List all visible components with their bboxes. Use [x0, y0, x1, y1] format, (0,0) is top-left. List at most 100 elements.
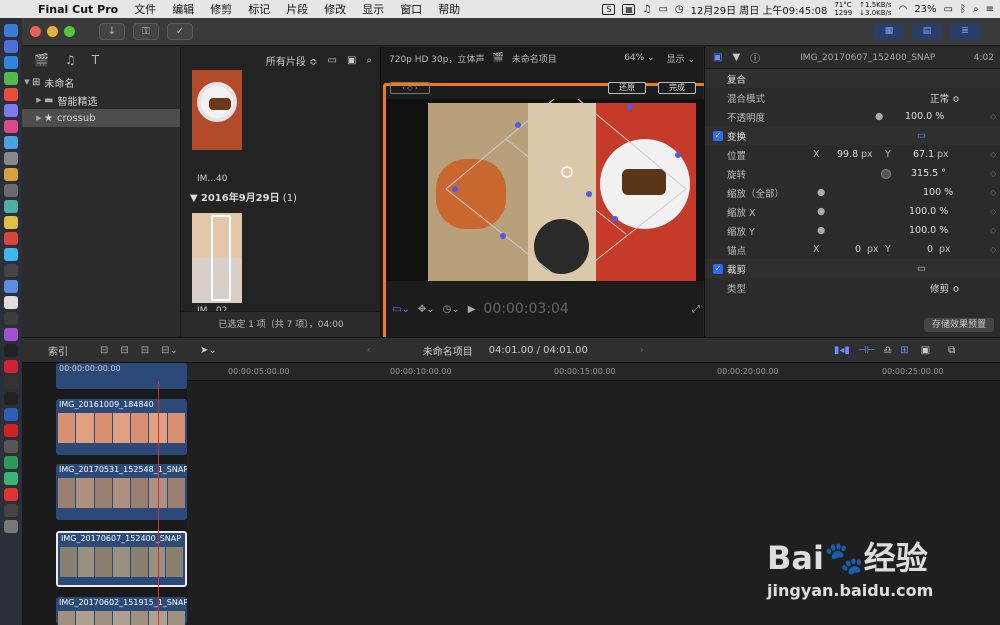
close-button[interactable]	[30, 26, 41, 37]
keyframe-icon[interactable]: ◇	[990, 245, 996, 254]
music-icon[interactable]: ♫	[642, 4, 651, 15]
menu-view[interactable]: 显示	[354, 1, 392, 17]
scale-y-slider[interactable]: ●	[817, 225, 825, 236]
scale-all-value[interactable]: 100 %	[923, 187, 953, 198]
timeline-clip[interactable]: IMG_20170602_151915_1_SNAP	[56, 597, 187, 625]
chrome-icon[interactable]	[4, 88, 18, 101]
video-canvas[interactable]	[386, 99, 706, 281]
timeline-toggle-icon[interactable]: ▤	[912, 23, 942, 40]
keyword-icon[interactable]: ⚿	[133, 23, 159, 40]
expand-icon[interactable]: ▼	[22, 78, 32, 86]
zoom-button[interactable]	[64, 26, 75, 37]
crop-mode-icons[interactable]: ‹ ◇ ›	[390, 82, 430, 94]
snap-icon[interactable]: ⊞	[900, 345, 908, 356]
video-waveform-icon[interactable]: ▮◂▮	[834, 345, 850, 356]
play-icon[interactable]: ▶	[468, 304, 476, 315]
date-group-header[interactable]: ▼ 2016年9月29日 (1)	[190, 189, 297, 204]
speed-icon[interactable]: ◷⌄	[443, 304, 460, 315]
android-icon[interactable]	[4, 72, 18, 85]
finder-icon[interactable]	[4, 24, 18, 37]
keyframe-icon[interactable]: ◇	[990, 112, 996, 121]
reset-button[interactable]: 还原	[608, 82, 646, 94]
app-icon-9[interactable]	[4, 152, 18, 165]
anchor-x-field[interactable]: 0	[855, 244, 861, 255]
opacity-value[interactable]: 100.0 %	[905, 111, 944, 122]
library-item[interactable]: ▼ ⊞ 未命名	[22, 73, 180, 91]
menu-mark[interactable]: 标记	[240, 1, 278, 17]
app-menu[interactable]: Final Cut Pro	[30, 3, 126, 16]
s-app-icon[interactable]: S	[602, 3, 616, 15]
audio-skim-icon[interactable]: ⊣⊢	[858, 345, 875, 356]
position-x-field[interactable]: 99.8	[837, 149, 858, 160]
app-icon-25[interactable]	[4, 408, 18, 421]
import-icon[interactable]: ↓	[99, 23, 125, 40]
crop-onscreen-icon[interactable]: ▭	[917, 263, 926, 274]
app-icon-17[interactable]	[4, 280, 18, 293]
display-icon[interactable]: ▭	[658, 4, 667, 15]
opacity-slider[interactable]: ●	[875, 111, 883, 122]
clip-filter[interactable]: 所有片段 ≎	[266, 53, 318, 68]
timeline-clip[interactable]: IMG_20161009_184840	[56, 399, 187, 455]
video-inspector-icon[interactable]: ▣	[713, 52, 722, 63]
app-icon-30[interactable]	[4, 488, 18, 501]
menu-trim[interactable]: 修剪	[202, 1, 240, 17]
battery-icon[interactable]: ▭	[944, 4, 953, 15]
crop-tool-icon[interactable]: ▭⌄	[392, 304, 410, 315]
save-preset-button[interactable]: 存储效果预置	[923, 318, 994, 332]
menu-help[interactable]: 帮助	[430, 1, 468, 17]
composite-section[interactable]: 复合	[705, 69, 1000, 88]
timeline-clip[interactable]: 00:00:00:00.00	[56, 363, 187, 389]
transform-handles[interactable]	[386, 99, 706, 281]
anchor-y-field[interactable]: 0	[927, 244, 933, 255]
collapse-icon[interactable]: ▼	[190, 193, 198, 204]
event-item[interactable]: ▶ ★ crossub	[22, 109, 180, 127]
keyframe-icon[interactable]: ◇	[990, 150, 996, 159]
background-task-icon[interactable]: ✓	[167, 23, 193, 40]
scale-x-value[interactable]: 100.0 %	[909, 206, 948, 217]
menu-clip[interactable]: 片段	[278, 1, 316, 17]
grid-icon[interactable]: ▦	[622, 3, 636, 15]
menu-list-icon[interactable]: ≡	[986, 4, 994, 15]
collapse-icon[interactable]: ▶	[34, 114, 44, 122]
app-icon-10[interactable]	[4, 168, 18, 181]
app-icon-20[interactable]	[4, 328, 18, 341]
scale-x-slider[interactable]: ●	[817, 206, 825, 217]
scale-y-value[interactable]: 100.0 %	[909, 225, 948, 236]
crop-type-select[interactable]: 修剪 ≎	[930, 281, 960, 295]
done-button[interactable]: 完成	[658, 82, 696, 94]
launchpad-icon[interactable]	[4, 40, 18, 53]
app-icon-18[interactable]	[4, 296, 18, 309]
headphones-icon[interactable]: ♎	[883, 345, 892, 356]
trash-icon[interactable]	[4, 520, 18, 533]
playhead[interactable]	[158, 381, 159, 625]
keyframe-icon[interactable]: ◇	[990, 226, 996, 235]
position-y-field[interactable]: 67.1	[913, 149, 934, 160]
app-icon-22[interactable]	[4, 360, 18, 373]
scale-slider[interactable]: ●	[817, 187, 825, 198]
app-icon-31[interactable]	[4, 504, 18, 517]
battery-label[interactable]: 23%	[914, 4, 936, 15]
safari-icon[interactable]	[4, 56, 18, 69]
yandex-icon[interactable]	[4, 424, 18, 437]
blend-mode-select[interactable]: 正常 ≎	[930, 91, 960, 105]
app-icon-19[interactable]	[4, 312, 18, 325]
app-icon-6[interactable]	[4, 104, 18, 117]
app-icon-12[interactable]	[4, 200, 18, 213]
app-icon-21[interactable]	[4, 344, 18, 357]
browser-toggle-icon[interactable]: ▦	[874, 23, 904, 40]
clip-thumbnail-selected[interactable]	[192, 213, 242, 303]
libraries-icon[interactable]: 🎬	[34, 53, 49, 67]
index-button[interactable]: 索引	[48, 343, 68, 358]
zoom-menu[interactable]: 64% ⌄	[624, 53, 654, 63]
transform-section[interactable]: ✓ 变换 ▭	[705, 126, 1000, 145]
enhance-icon[interactable]: ✥⌄	[418, 304, 435, 315]
overwrite-clip-icon[interactable]: ⊟⌄	[161, 345, 178, 356]
app-icon-24[interactable]	[4, 392, 18, 405]
menu-window[interactable]: 窗口	[392, 1, 430, 17]
color-inspector-icon[interactable]: ▼	[732, 52, 740, 63]
select-tool-icon[interactable]: ➤⌄	[200, 345, 217, 356]
clip-appearance-icon[interactable]: ▣	[921, 345, 930, 356]
rotation-dial[interactable]	[881, 168, 891, 179]
search-icon[interactable]: ⌕	[366, 55, 372, 66]
app-icon-23[interactable]	[4, 376, 18, 389]
